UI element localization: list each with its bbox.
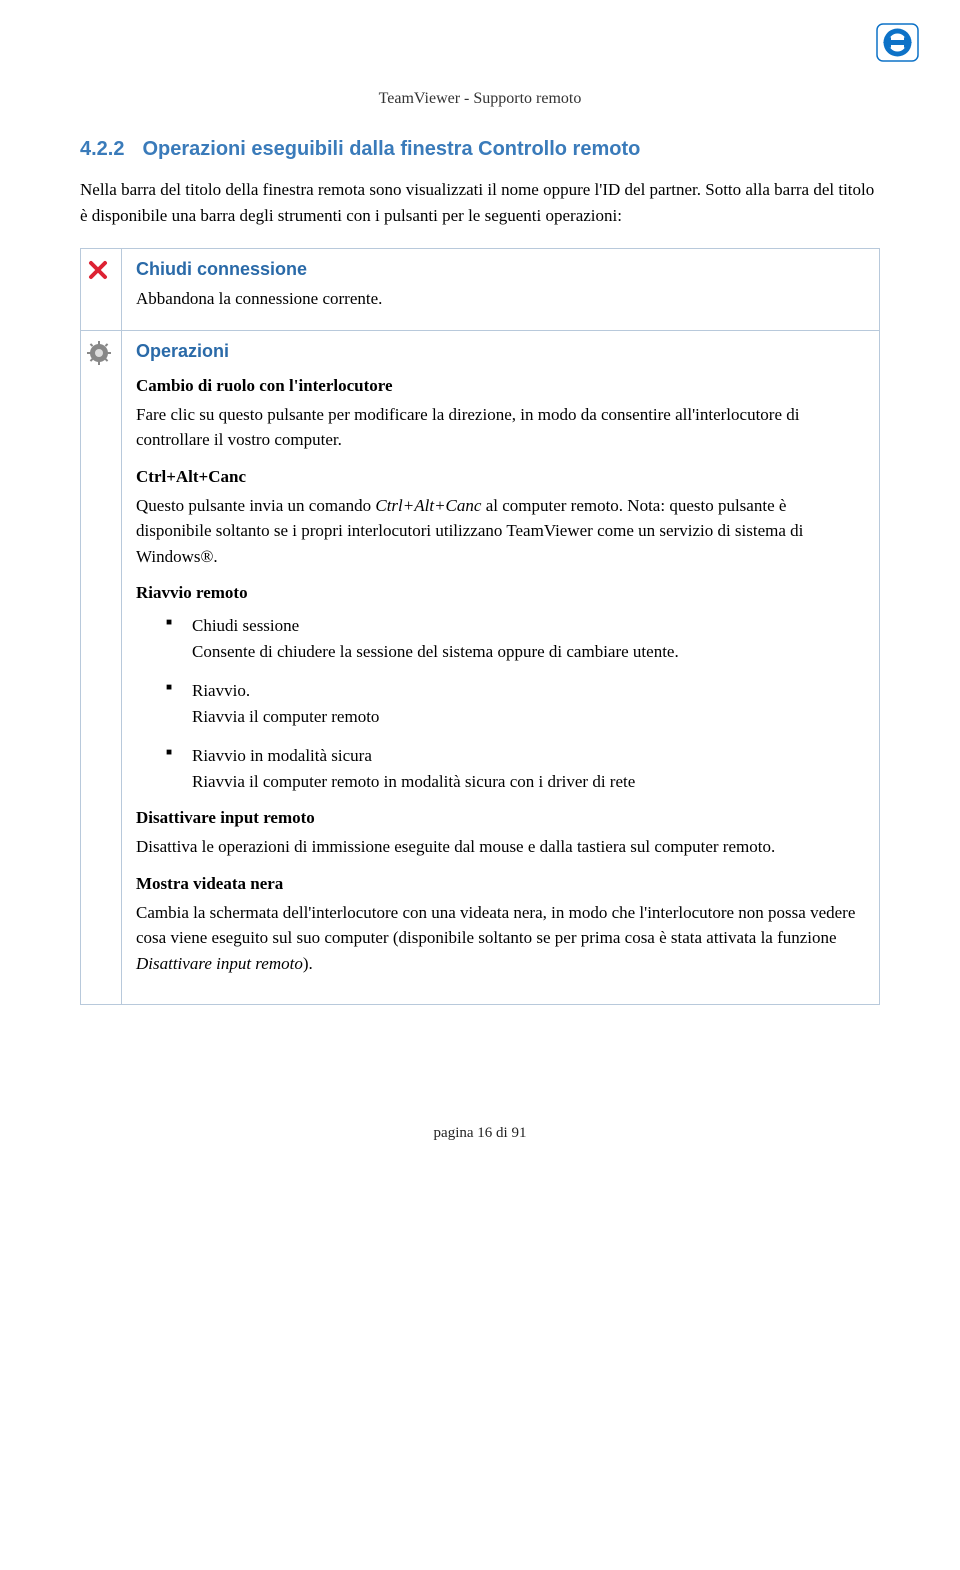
close-icon-cell — [81, 249, 122, 331]
document-page: TeamViewer - Supporto remoto 4.2.2 Operaz… — [0, 0, 960, 1182]
operations-table: Chiudi connessione Abbandona la connessi… — [80, 248, 880, 1005]
remote-reboot-heading: Riavvio remoto — [136, 583, 865, 603]
close-connection-desc: Abbandona la connessione corrente. — [136, 286, 865, 312]
section-number: 4.2.2 — [80, 138, 124, 160]
close-icon — [87, 259, 115, 281]
operations-content-cell: Operazioni Cambio di ruolo con l'interlo… — [122, 330, 880, 1005]
list-item: Riavvio. Riavvia il computer remoto — [166, 678, 865, 729]
page-header-title: TeamViewer - Supporto remoto — [80, 90, 880, 108]
close-content-cell: Chiudi connessione Abbandona la connessi… — [122, 249, 880, 331]
disable-remote-input-heading: Disattivare input remoto — [136, 808, 865, 828]
disable-remote-input-text: Disattiva le operazioni di immissione es… — [136, 834, 865, 860]
black-screen-heading: Mostra videata nera — [136, 874, 865, 894]
section-intro: Nella barra del titolo della finestra re… — [80, 177, 880, 228]
section-title: Operazioni eseguibili dalla finestra Con… — [142, 138, 640, 160]
close-connection-title: Chiudi connessione — [136, 259, 865, 280]
ctrl-alt-canc-heading: Ctrl+Alt+Canc — [136, 467, 865, 487]
list-item: Riavvio in modalità sicura Riavvia il co… — [166, 743, 865, 794]
table-row: Operazioni Cambio di ruolo con l'interlo… — [81, 330, 880, 1005]
page-footer: pagina 16 di 91 — [80, 1125, 880, 1142]
black-screen-text: Cambia la schermata dell'interlocutore c… — [136, 900, 865, 977]
switch-role-heading: Cambio di ruolo con l'interlocutore — [136, 376, 865, 396]
section-heading: 4.2.2 Operazioni eseguibili dalla finestr… — [80, 138, 880, 161]
reboot-bullet-list: Chiudi sessione Consente di chiudere la … — [136, 613, 865, 794]
switch-role-text: Fare clic su questo pulsante per modific… — [136, 402, 865, 453]
gear-icon — [87, 341, 115, 365]
ctrl-alt-canc-text: Questo pulsante invia un comando Ctrl+Al… — [136, 493, 865, 570]
operations-title: Operazioni — [136, 341, 865, 362]
list-item: Chiudi sessione Consente di chiudere la … — [166, 613, 865, 664]
gear-icon-cell — [81, 330, 122, 1005]
table-row: Chiudi connessione Abbandona la connessi… — [81, 249, 880, 331]
teamviewer-logo-icon — [875, 20, 920, 65]
